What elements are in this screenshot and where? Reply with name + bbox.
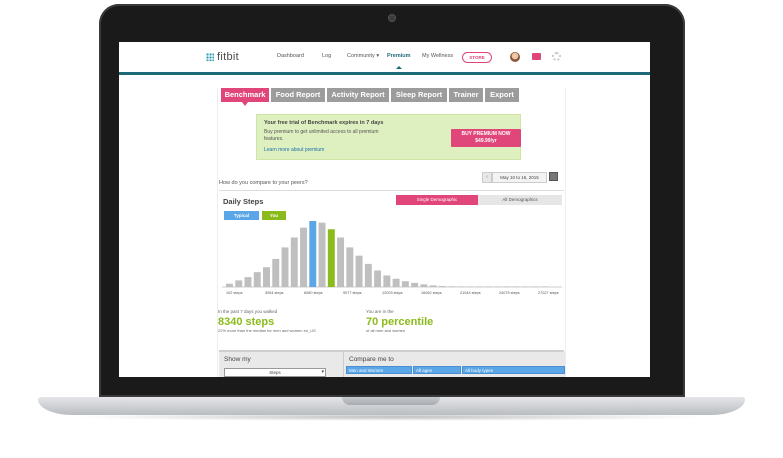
- histogram-bar: [411, 282, 419, 287]
- histogram-bar: [522, 286, 530, 287]
- histogram-bar: [475, 286, 483, 287]
- store-button[interactable]: STORE: [462, 52, 492, 63]
- logo-text: fitbit: [217, 51, 239, 63]
- x-tick-label: 9077 steps: [343, 291, 362, 295]
- buy-premium-price: $49.99/yr: [475, 138, 497, 144]
- percentile-caption: You are in the: [366, 309, 394, 314]
- histogram-bar: [253, 272, 261, 287]
- top-navbar: fitbit Dashboard Log Community ▾ Premium…: [119, 42, 650, 75]
- histogram-bar: [448, 286, 456, 287]
- histogram-bar: [531, 286, 539, 287]
- tab-activity-report[interactable]: Activity Report: [327, 88, 389, 102]
- histogram-bar: [374, 270, 382, 287]
- histogram-bar: [540, 286, 548, 287]
- date-prev-button[interactable]: ‹: [482, 172, 492, 183]
- steps-stat-value: 8340 steps: [218, 316, 275, 328]
- nav-log[interactable]: Log: [322, 53, 331, 59]
- percentile-value: 70 percentile: [366, 316, 434, 328]
- histogram-bar: [226, 283, 233, 287]
- fitbit-dots-icon: [206, 53, 214, 61]
- histogram-bar: [281, 247, 289, 287]
- histogram-bar: [503, 286, 511, 287]
- tab-trainer[interactable]: Trainer: [449, 88, 483, 102]
- daily-steps-panel: Daily Steps Single Demographic All Demog…: [219, 190, 564, 311]
- nav-dashboard[interactable]: Dashboard: [277, 53, 304, 59]
- histogram-bar: [466, 286, 474, 287]
- histogram-bar: [337, 237, 345, 287]
- x-tick-label: 16062 steps: [421, 291, 442, 295]
- x-tick-label: 27027 steps: [538, 291, 559, 295]
- x-tick-label: 6080 steps: [304, 291, 323, 295]
- avatar[interactable]: [510, 52, 520, 62]
- histogram-bar: [355, 255, 363, 287]
- histogram-bar: [485, 286, 493, 287]
- gear-icon[interactable]: [552, 52, 561, 61]
- steps-stat-caption: In the past 7 days you walked: [218, 309, 278, 314]
- histogram-bar: [512, 286, 520, 287]
- trial-banner: Your free trial of Benchmark expires in …: [256, 114, 521, 160]
- calendar-icon[interactable]: [549, 172, 558, 181]
- main-content: Benchmark Food Report Activity Report Sl…: [217, 88, 566, 377]
- tab-export[interactable]: Export: [485, 88, 519, 102]
- messages-icon[interactable]: [532, 53, 541, 60]
- buy-premium-label: BUY PREMIUM NOW: [461, 131, 511, 137]
- histogram-bar: [290, 237, 298, 287]
- compare-question: How do you compare to your peers?: [219, 180, 308, 186]
- all-demographics-button[interactable]: All Demographics: [478, 195, 562, 205]
- tab-food-report[interactable]: Food Report: [271, 88, 325, 102]
- histogram-bar: [401, 281, 409, 287]
- learn-more-link[interactable]: Learn more about premium: [264, 147, 324, 153]
- histogram-bar: [263, 267, 270, 287]
- histogram-bar: [383, 275, 391, 287]
- filter-panel: Show my Steps Compare me to Men and Wome…: [219, 350, 565, 377]
- tab-benchmark[interactable]: Benchmark: [221, 88, 269, 106]
- nav-community[interactable]: Community ▾: [347, 53, 379, 59]
- camera-icon: [388, 14, 396, 22]
- histogram-bar: [457, 286, 465, 287]
- nav-my-wellness[interactable]: My Wellness: [422, 53, 453, 59]
- histogram-bar: [392, 278, 400, 287]
- chip-body-type[interactable]: All body types: [462, 366, 565, 374]
- metric-select[interactable]: Steps: [224, 368, 326, 377]
- x-tick-label: 12003 steps: [382, 291, 403, 295]
- chip-age[interactable]: All ages: [413, 366, 461, 374]
- screen: fitbit Dashboard Log Community ▾ Premium…: [119, 42, 650, 377]
- compare-box: Compare me to Men and Women All ages All…: [343, 352, 565, 377]
- histogram-bar: [494, 286, 502, 287]
- tab-sleep-report[interactable]: Sleep Report: [391, 88, 447, 102]
- chip-gender[interactable]: Men and Women: [346, 366, 412, 374]
- trial-body: Buy premium to get unlimited access to a…: [264, 129, 379, 142]
- laptop-notch: [342, 397, 440, 405]
- fitbit-logo[interactable]: fitbit: [206, 51, 239, 63]
- compare-me-to-label: Compare me to: [349, 356, 394, 363]
- chevron-down-icon: ▾: [376, 53, 380, 59]
- percentile-note: of all men and women: [366, 328, 406, 333]
- steps-histogram: 102 steps 3054 steps 6080 steps 9077 steps 1…: [222, 221, 562, 295]
- histogram-bar: [364, 263, 372, 287]
- histogram-bar: [346, 247, 354, 287]
- chart-title: Daily Steps: [223, 197, 264, 206]
- single-demographic-button[interactable]: Single Demographic: [396, 195, 478, 205]
- histogram-bar: [272, 258, 280, 287]
- histogram-bar: [429, 285, 437, 287]
- x-tick-label: 102 steps: [226, 291, 243, 295]
- x-tick-label: 24075 steps: [499, 291, 520, 295]
- steps-stat-note: 22% more than the median for men and wom…: [218, 328, 316, 333]
- histogram-bar: [309, 221, 317, 287]
- x-tick-label: 3054 steps: [265, 291, 284, 295]
- x-tick-label: 21044 steps: [460, 291, 481, 295]
- histogram-bar: [244, 277, 252, 287]
- show-my-label: Show my: [224, 356, 251, 363]
- histogram-bar: [235, 280, 243, 287]
- histogram-bar: [300, 227, 307, 287]
- nav-community-label: Community: [347, 53, 375, 59]
- date-range[interactable]: May 10 to 16, 2015: [492, 172, 547, 183]
- nav-premium[interactable]: Premium: [387, 53, 411, 69]
- trial-title: Your free trial of Benchmark expires in …: [264, 120, 384, 126]
- histogram-bar: [327, 229, 335, 287]
- histogram-bar: [438, 286, 446, 287]
- histogram-bar: [420, 284, 428, 287]
- histogram-bar: [318, 222, 326, 287]
- buy-premium-button[interactable]: BUY PREMIUM NOW $49.99/yr: [451, 129, 521, 147]
